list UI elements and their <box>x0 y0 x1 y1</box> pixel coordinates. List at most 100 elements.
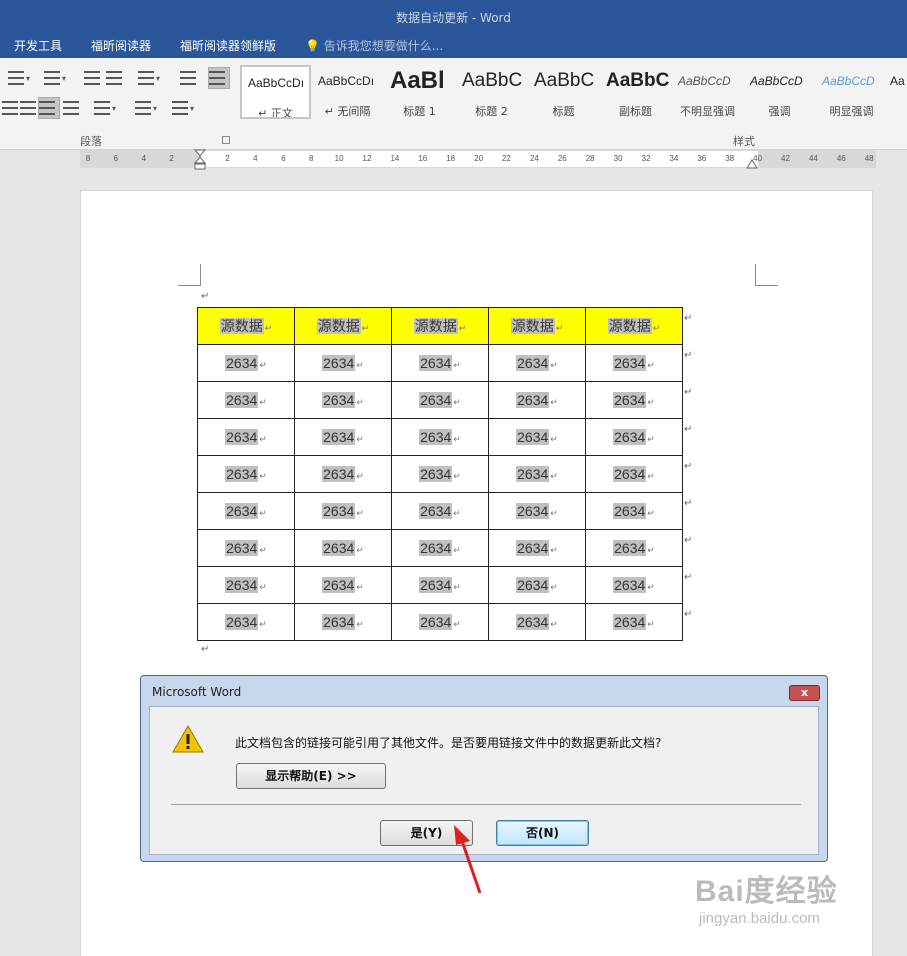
ruler-number: 30 <box>613 154 623 163</box>
cell-text: 2634 <box>516 355 550 371</box>
align-center-button[interactable] <box>2 97 18 119</box>
table-cell[interactable]: 2634 ↵ <box>488 455 586 493</box>
table-cell[interactable]: 2634 ↵ <box>391 529 489 567</box>
table-cell[interactable]: 2634 ↵ <box>391 492 489 530</box>
table-cell[interactable]: 2634 ↵ <box>294 344 392 382</box>
tab-foxit-reader[interactable]: 福昕阅读器 <box>91 37 151 54</box>
title-bar: 数据自动更新 - Word <box>0 0 907 33</box>
table-cell[interactable]: 2634 ↵ <box>391 455 489 493</box>
show-marks-button[interactable] <box>208 67 230 89</box>
style-subtle-emphasis[interactable]: AaBbCcD 不明显强调 <box>672 65 743 119</box>
table-cell[interactable]: 2634 ↵ <box>488 344 586 382</box>
table-cell[interactable]: 2634 ↵ <box>488 566 586 604</box>
table-header-cell[interactable]: 源数据 ↵ <box>391 307 489 345</box>
table-cell[interactable]: 2634 ↵ <box>294 418 392 456</box>
style-normal[interactable]: AaBbCcDı ↵ 正文 <box>240 65 311 119</box>
style-title[interactable]: AaBbC 标题 <box>528 65 599 119</box>
table-cell[interactable]: 2634 ↵ <box>585 492 683 530</box>
cell-text: 源数据 <box>316 318 361 334</box>
table-cell[interactable]: 2634 ↵ <box>585 566 683 604</box>
close-button[interactable]: x <box>789 685 820 701</box>
table-cell[interactable]: 2634 ↵ <box>197 529 295 567</box>
table-cell[interactable]: 2634 ↵ <box>585 381 683 419</box>
horizontal-ruler[interactable]: 8 6 4 2 2 4 6 8 10 12 14 16 18 20 22 24 26 28 30 32 34 36 38 40… <box>80 149 876 171</box>
style-emphasis[interactable]: AaBbCcD 强调 <box>744 65 815 119</box>
cell-mark: ↵ <box>652 323 661 333</box>
bullets-button[interactable]: ▾ <box>8 67 30 89</box>
table-cell[interactable]: 2634 ↵ <box>488 418 586 456</box>
cell-mark: ↵ <box>550 471 558 481</box>
table-cell[interactable]: 2634 ↵ <box>197 418 295 456</box>
borders-button[interactable]: ▾ <box>172 97 194 119</box>
table-header-cell[interactable]: 源数据 ↵ <box>197 307 295 345</box>
paragraph-mark-icon <box>209 71 225 85</box>
table-cell[interactable]: 2634 ↵ <box>197 603 295 641</box>
show-help-button[interactable]: 显示帮助(E) >> <box>236 763 386 789</box>
cell-text: 2634 <box>225 429 259 445</box>
cell-text: 2634 <box>419 540 453 556</box>
table-cell[interactable]: 2634 ↵ <box>391 344 489 382</box>
tab-foxit-reader-preview[interactable]: 福昕阅读器领鲜版 <box>180 37 276 54</box>
decrease-indent-button[interactable] <box>84 67 100 89</box>
cell-mark: ↵ <box>259 619 267 629</box>
style-no-spacing[interactable]: AaBbCcDı ↵ 无间隔 <box>312 65 383 119</box>
sort-button[interactable] <box>180 67 196 89</box>
tab-developer[interactable]: 开发工具 <box>14 37 62 54</box>
table-cell[interactable]: 2634 ↵ <box>294 455 392 493</box>
style-sample: Aa <box>890 74 905 88</box>
table-cell[interactable]: 2634 ↵ <box>488 603 586 641</box>
table-cell[interactable]: 2634 ↵ <box>197 344 295 382</box>
table-cell[interactable]: 2634 ↵ <box>294 381 392 419</box>
table-cell[interactable]: 2634 ↵ <box>391 566 489 604</box>
table-cell[interactable]: 2634 ↵ <box>585 529 683 567</box>
table-header-cell[interactable]: 源数据 ↵ <box>585 307 683 345</box>
no-button[interactable]: 否(N) <box>496 820 589 846</box>
distributed-button[interactable] <box>63 97 79 119</box>
table-cell[interactable]: 2634 ↵ <box>197 492 295 530</box>
style-sample: AaBbCcD <box>750 74 803 88</box>
table-cell[interactable]: 2634 ↵ <box>585 344 683 382</box>
table-header-cell[interactable]: 源数据 ↵ <box>488 307 586 345</box>
cell-mark: ↵ <box>453 508 461 518</box>
style-subtitle[interactable]: AaBbC 副标题 <box>600 65 671 119</box>
cell-mark: ↵ <box>453 360 461 370</box>
cell-text: 2634 <box>516 429 550 445</box>
table-cell[interactable]: 2634 ↵ <box>391 381 489 419</box>
table-cell[interactable]: 2634 ↵ <box>197 455 295 493</box>
style-heading-1[interactable]: AaBl 标题 1 <box>384 65 455 119</box>
table-cell[interactable]: 2634 ↵ <box>488 381 586 419</box>
tell-me-box[interactable]: 💡 告诉我您想要做什么... <box>305 37 443 54</box>
cell-mark: ↵ <box>647 471 655 481</box>
table-header-cell[interactable]: 源数据 ↵ <box>294 307 392 345</box>
cell-text: 2634 <box>225 577 259 593</box>
table-cell[interactable]: 2634 ↵ <box>391 603 489 641</box>
line-spacing-button[interactable]: ▾ <box>94 97 116 119</box>
paragraph-dialog-launcher[interactable] <box>222 136 230 144</box>
table-cell[interactable]: 2634 ↵ <box>585 455 683 493</box>
table-cell[interactable]: 2634 ↵ <box>197 381 295 419</box>
table-cell[interactable]: 2634 ↵ <box>294 566 392 604</box>
table-cell[interactable]: 2634 ↵ <box>391 418 489 456</box>
table-cell[interactable]: 2634 ↵ <box>488 492 586 530</box>
table-cell[interactable]: 2634 ↵ <box>294 603 392 641</box>
style-intense-emphasis[interactable]: AaBbCcD 明显强调 <box>816 65 887 119</box>
table-cell[interactable]: 2634 ↵ <box>294 492 392 530</box>
multilevel-list-button[interactable]: ▾ <box>44 67 66 89</box>
style-more[interactable]: Aa <box>888 65 907 119</box>
table-cell[interactable]: 2634 ↵ <box>488 529 586 567</box>
right-indent-marker-icon[interactable] <box>746 157 758 169</box>
align-right-button[interactable] <box>20 97 36 119</box>
data-table[interactable]: 源数据 ↵ 源数据 ↵ 源数据 ↵ 源数据 ↵ 源数据 ↵ 2634 ↵ 2634 ↵ 263… <box>197 307 683 641</box>
table-cell[interactable]: 2634 ↵ <box>585 418 683 456</box>
chevron-down-icon: ▾ <box>156 73 161 83</box>
row-end-mark: ↵ <box>684 424 693 435</box>
justify-button[interactable] <box>38 97 60 119</box>
increase-indent-button[interactable] <box>106 67 122 89</box>
table-cell[interactable]: 2634 ↵ <box>197 566 295 604</box>
shading-button[interactable]: ▾ <box>135 97 157 119</box>
asian-layout-button[interactable]: ▾ <box>138 67 160 89</box>
table-cell[interactable]: 2634 ↵ <box>585 603 683 641</box>
style-heading-2[interactable]: AaBbC 标题 2 <box>456 65 527 119</box>
table-cell[interactable]: 2634 ↵ <box>294 529 392 567</box>
indent-marker-icon[interactable] <box>193 149 207 171</box>
